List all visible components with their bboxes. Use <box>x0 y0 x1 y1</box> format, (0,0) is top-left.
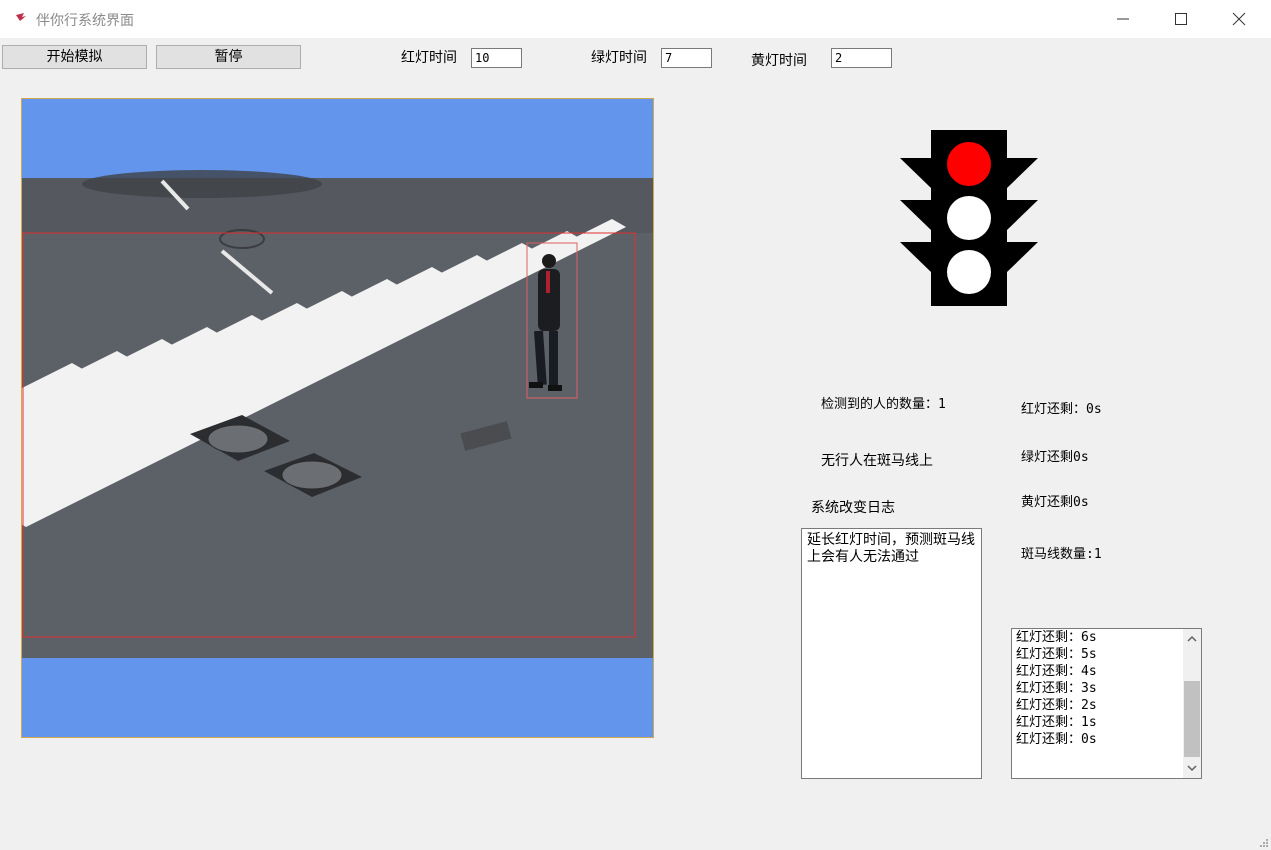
green-remaining-label: 绿灯还剩0s <box>1021 450 1089 465</box>
green-time-label: 绿灯时间 <box>591 50 647 66</box>
minimize-icon <box>1117 18 1129 20</box>
yellow-remaining-label: 黄灯还剩0s <box>1021 495 1089 510</box>
title-bar: 伴你行系统界面 <box>0 0 1271 38</box>
countdown-list: 红灯还剩：6s 红灯还剩：5s 红灯还剩：4s 红灯还剩：3s 红灯还剩：2s 红灯还剩：… <box>1016 629 1097 748</box>
crosswalk-count-label: 斑马线数量:1 <box>1021 547 1102 562</box>
close-icon <box>1232 12 1246 26</box>
red-lamp <box>947 142 991 186</box>
red-time-label: 红灯时间 <box>401 50 457 66</box>
start-simulation-button[interactable]: 开始模拟 <box>2 45 147 69</box>
red-time-input[interactable]: 10 <box>471 48 522 68</box>
countdown-list-item[interactable]: 红灯还剩：6s <box>1016 629 1097 646</box>
countdown-list-item[interactable]: 红灯还剩：0s <box>1016 731 1097 748</box>
countdown-list-item[interactable]: 红灯还剩：4s <box>1016 663 1097 680</box>
vertical-scrollbar[interactable] <box>1183 629 1201 778</box>
yellow-lamp <box>947 196 991 240</box>
people-detected-label: 检测到的人的数量：1 <box>821 397 946 412</box>
scroll-down-icon[interactable] <box>1183 760 1201 776</box>
red-remaining-label: 红灯还剩：0s <box>1021 402 1102 417</box>
countdown-listbox[interactable]: 红灯还剩：6s 红灯还剩：5s 红灯还剩：4s 红灯还剩：3s 红灯还剩：2s 红灯还剩：… <box>1011 628 1202 779</box>
crosswalk-state-label: 无行人在斑马线上 <box>821 453 933 469</box>
green-time-input[interactable]: 7 <box>661 48 712 68</box>
countdown-list-item[interactable]: 红灯还剩：2s <box>1016 697 1097 714</box>
crosswalk-camera-image <box>22 170 653 658</box>
pause-button[interactable]: 暂停 <box>156 45 301 69</box>
countdown-list-item[interactable]: 红灯还剩：1s <box>1016 714 1097 731</box>
close-button[interactable] <box>1210 0 1268 38</box>
countdown-list-item[interactable]: 红灯还剩：3s <box>1016 680 1097 697</box>
app-icon <box>16 13 26 21</box>
traffic-light <box>900 130 1038 306</box>
minimize-button[interactable] <box>1094 0 1152 38</box>
countdown-list-item[interactable]: 红灯还剩：5s <box>1016 646 1097 663</box>
window-title: 伴你行系统界面 <box>36 13 134 29</box>
scroll-thumb[interactable] <box>1184 681 1200 757</box>
system-log-textbox[interactable]: 延长红灯时间，预测斑马线上会有人无法通过 <box>801 528 982 779</box>
maximize-button[interactable] <box>1152 0 1210 38</box>
yellow-time-input[interactable]: 2 <box>831 48 892 68</box>
scroll-up-icon[interactable] <box>1183 631 1201 647</box>
log-label: 系统改变日志 <box>811 500 895 516</box>
green-lamp <box>947 250 991 294</box>
system-log-text: 延长红灯时间，预测斑马线上会有人无法通过 <box>807 532 975 565</box>
yellow-time-label: 黄灯时间 <box>751 53 807 69</box>
video-feed-panel <box>21 98 654 738</box>
resize-grip-icon[interactable] <box>1259 838 1269 848</box>
maximize-icon <box>1175 13 1187 25</box>
